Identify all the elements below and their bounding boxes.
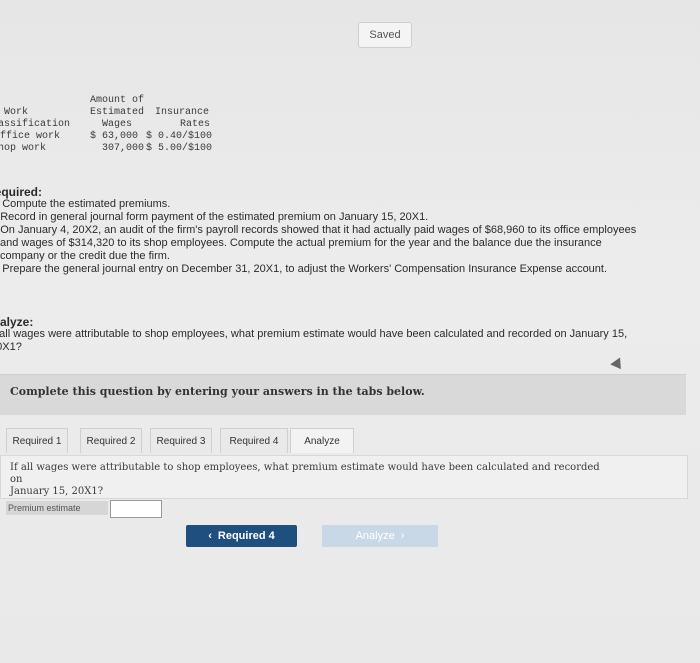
analyze-text-1: If all wages were attributable to shop e…	[0, 328, 628, 340]
row-shop-rate: $ 5.00/$100	[146, 143, 213, 154]
tab-required-3[interactable]: Required 3	[150, 428, 212, 453]
col-header-estimated: Estimated	[90, 107, 145, 118]
analyze-title: Analyze:	[0, 315, 34, 329]
required-title: Required:	[0, 185, 43, 199]
next-analyze-button[interactable]: Analyze ›	[322, 525, 438, 547]
col-header-insurance: Insurance	[155, 107, 210, 118]
required-item-1: 1. Compute the estimated premiums.	[0, 198, 171, 210]
row-shop-label: Shop work	[0, 143, 47, 154]
required-item-3-cont1: and wages of $314,320 to its shop employ…	[0, 237, 602, 249]
col-header-amount: Amount of	[90, 95, 145, 106]
required-item-3: 3. On January 4, 20X2, an audit of the f…	[0, 224, 637, 236]
required-item-4: 4. Prepare the general journal entry on …	[0, 263, 608, 275]
tab-required-1[interactable]: Required 1	[6, 428, 68, 453]
mouse-cursor-icon	[610, 357, 626, 373]
row-office-rate: $ 0.40/$100	[146, 131, 213, 142]
saved-status: Saved	[358, 22, 412, 48]
col-header-wages: Wages	[102, 119, 133, 130]
tab-required-2[interactable]: Required 2	[80, 428, 142, 453]
required-item-2: 2. Record in general journal form paymen…	[0, 211, 429, 223]
analyze-text-2: 20X1?	[0, 341, 22, 353]
row-shop-wages: 307,000	[102, 143, 145, 154]
premium-estimate-label: Premium estimate	[6, 501, 108, 515]
chevron-right-icon: ›	[400, 530, 405, 542]
classification-header: Classification	[0, 119, 71, 130]
row-office-wages: $ 63,000	[90, 131, 139, 142]
premium-estimate-input[interactable]	[110, 500, 162, 518]
row-office-label: Office work	[0, 131, 61, 142]
question-text: If all wages were attributable to shop e…	[10, 462, 600, 497]
work-header: Work	[4, 107, 29, 118]
required-item-3-cont2: company or the credit due the firm.	[0, 250, 170, 262]
chevron-left-icon: ‹	[208, 530, 212, 542]
prev-required-4-button[interactable]: ‹ Required 4	[186, 525, 297, 547]
col-header-rates: Rates	[180, 119, 211, 130]
instruction-text: Complete this question by entering your …	[10, 385, 425, 398]
tab-required-4[interactable]: Required 4	[220, 428, 288, 453]
tab-analyze[interactable]: Analyze	[290, 428, 354, 453]
